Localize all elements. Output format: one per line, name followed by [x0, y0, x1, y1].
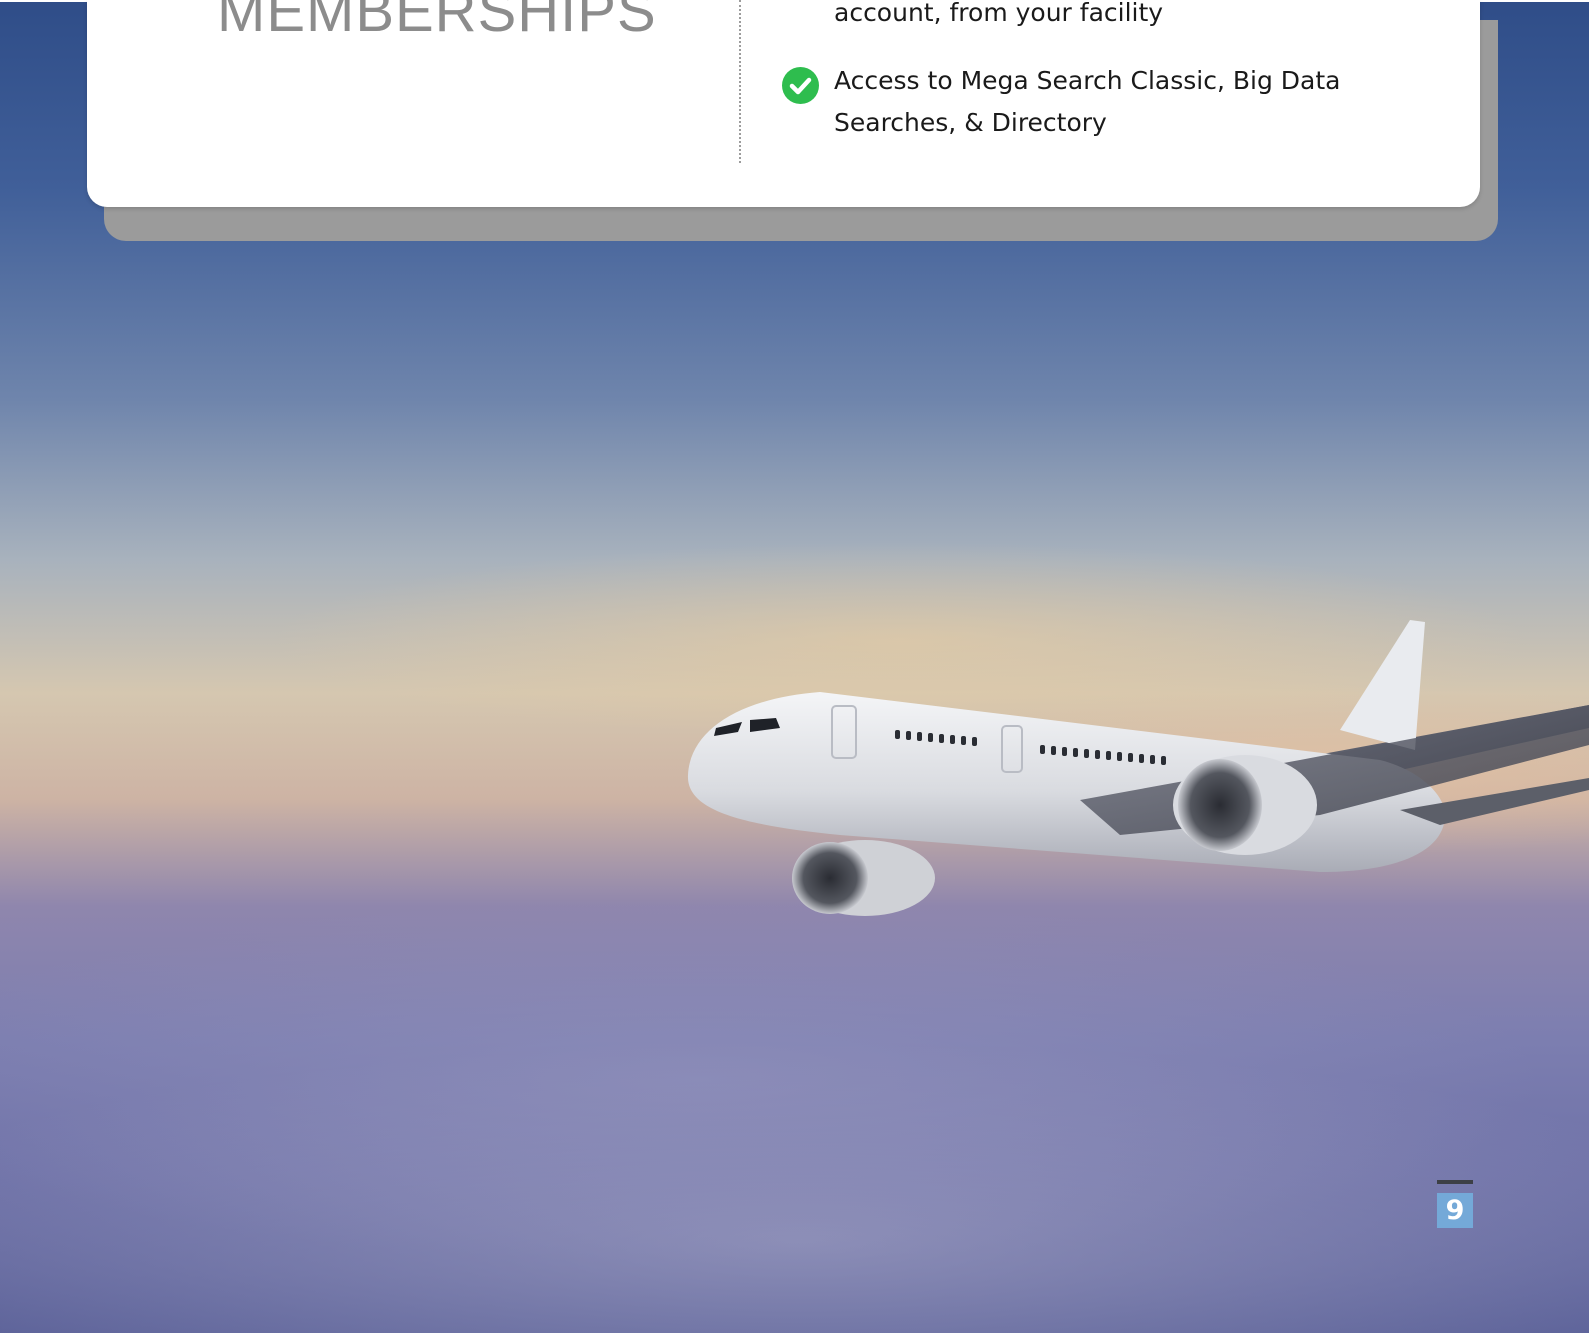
dotted-divider — [739, 0, 741, 163]
page-number-bar — [1437, 1180, 1473, 1184]
feature-text: Access to Mega Search Classic, Big Data … — [834, 66, 1341, 137]
check-circle-icon — [782, 67, 819, 104]
airplane-illustration — [680, 610, 1589, 930]
feature-item: account, from your facility — [782, 0, 1422, 34]
card-title: MEMBERSHIPS — [217, 0, 657, 44]
feature-item: Access to Mega Search Classic, Big Data … — [782, 60, 1422, 144]
page-number-value: 9 — [1437, 1193, 1473, 1228]
membership-card: MEMBERSHIPS account, from your facility … — [87, 0, 1480, 207]
page-number: 9 — [1437, 1180, 1473, 1228]
feature-text: account, from your facility — [834, 0, 1164, 27]
feature-list: account, from your facility Access to Me… — [782, 0, 1422, 144]
